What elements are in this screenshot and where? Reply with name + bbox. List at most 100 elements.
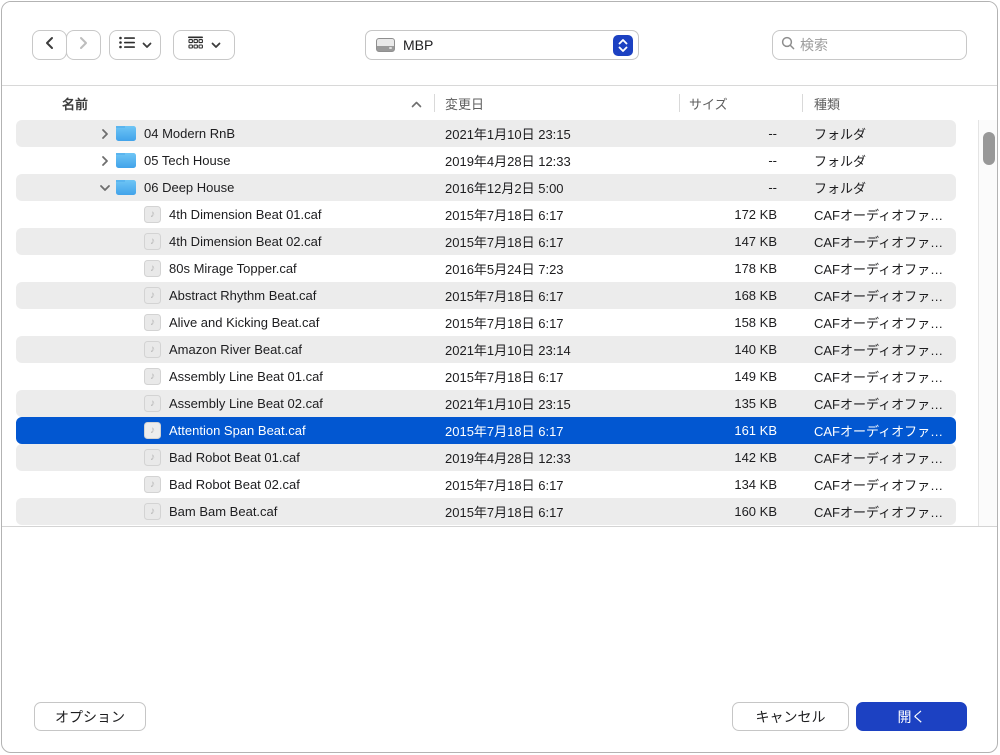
file-kind: CAFオーディオファ…: [802, 259, 956, 278]
name-cell: ♪ Assembly Line Beat 01.caf: [16, 368, 434, 385]
table-row[interactable]: ♪ 4th Dimension Beat 01.caf 2015年7月18日 6…: [16, 201, 956, 228]
file-name: Amazon River Beat.caf: [169, 342, 302, 357]
column-header-size[interactable]: サイズ: [679, 94, 802, 113]
file-size: 178 KB: [679, 261, 802, 276]
table-row[interactable]: ♪ Bad Robot Beat 02.caf 2015年7月18日 6:17 …: [16, 471, 956, 498]
disclosure-chevron-icon[interactable]: [98, 182, 112, 194]
chevron-left-icon: [44, 36, 55, 55]
volume-select[interactable]: MBP: [365, 30, 639, 60]
open-button[interactable]: 開く: [856, 702, 967, 731]
name-cell: ♪ 4th Dimension Beat 01.caf: [16, 206, 434, 223]
file-name: Assembly Line Beat 02.caf: [169, 396, 323, 411]
hard-drive-icon: [376, 38, 395, 52]
table-row[interactable]: ♪ Assembly Line Beat 02.caf 2021年1月10日 2…: [16, 390, 956, 417]
options-button[interactable]: オプション: [34, 702, 146, 731]
name-cell: ♪ Bad Robot Beat 02.caf: [16, 476, 434, 493]
file-size: 147 KB: [679, 234, 802, 249]
name-cell: ♪ Amazon River Beat.caf: [16, 341, 434, 358]
file-kind: CAFオーディオファ…: [802, 313, 956, 332]
table-row[interactable]: ♪ Alive and Kicking Beat.caf 2015年7月18日 …: [16, 309, 956, 336]
name-cell: ♪ 4th Dimension Beat 02.caf: [16, 233, 434, 250]
disclosure-chevron-icon[interactable]: [98, 155, 112, 167]
name-cell: ♪ Assembly Line Beat 02.caf: [16, 395, 434, 412]
table-row[interactable]: ♪ Bad Robot Beat 01.caf 2019年4月28日 12:33…: [16, 444, 956, 471]
audio-file-icon: ♪: [144, 314, 161, 331]
file-name: 80s Mirage Topper.caf: [169, 261, 297, 276]
table-row[interactable]: 05 Tech House 2019年4月28日 12:33 -- フォルダ: [16, 147, 956, 174]
preview-pane: [2, 527, 997, 687]
audio-file-icon: ♪: [144, 233, 161, 250]
file-name: 4th Dimension Beat 02.caf: [169, 234, 321, 249]
table-row[interactable]: ♪ Bam Bam Beat.caf 2015年7月18日 6:17 160 K…: [16, 498, 956, 525]
table-row[interactable]: ♪ Amazon River Beat.caf 2021年1月10日 23:14…: [16, 336, 956, 363]
file-size: 142 KB: [679, 450, 802, 465]
file-size: --: [679, 153, 802, 168]
table-row[interactable]: 04 Modern RnB 2021年1月10日 23:15 -- フォルダ: [16, 120, 956, 147]
chevron-right-icon: [78, 36, 89, 55]
file-kind: CAFオーディオファ…: [802, 340, 956, 359]
file-kind: CAFオーディオファ…: [802, 394, 956, 413]
date-modified: 2016年5月24日 7:23: [434, 259, 679, 278]
file-kind: フォルダ: [802, 124, 956, 143]
table-row[interactable]: ♪ Abstract Rhythm Beat.caf 2015年7月18日 6:…: [16, 282, 956, 309]
audio-file-icon: ♪: [144, 503, 161, 520]
file-size: --: [679, 126, 802, 141]
audio-file-icon: ♪: [144, 287, 161, 304]
column-header-date[interactable]: 変更日: [434, 94, 679, 113]
file-size: 134 KB: [679, 477, 802, 492]
group-by-button[interactable]: [173, 30, 235, 60]
file-name: 04 Modern RnB: [144, 126, 235, 141]
search-input[interactable]: [800, 37, 958, 53]
file-name: 4th Dimension Beat 01.caf: [169, 207, 321, 222]
name-cell: ♪ Alive and Kicking Beat.caf: [16, 314, 434, 331]
column-header-name[interactable]: 名前: [2, 94, 434, 113]
back-button[interactable]: [32, 30, 67, 60]
file-kind: CAFオーディオファ…: [802, 286, 956, 305]
search-field[interactable]: [772, 30, 967, 60]
audio-file-icon: ♪: [144, 368, 161, 385]
scrollbar-thumb[interactable]: [983, 132, 995, 165]
date-modified: 2019年4月28日 12:33: [434, 448, 679, 467]
table-row[interactable]: 06 Deep House 2016年12月2日 5:00 -- フォルダ: [16, 174, 956, 201]
view-mode-button[interactable]: [109, 30, 161, 60]
table-row[interactable]: ♪ 4th Dimension Beat 02.caf 2015年7月18日 6…: [16, 228, 956, 255]
column-header-kind[interactable]: 種類: [802, 94, 997, 113]
file-name: Bad Robot Beat 02.caf: [169, 477, 300, 492]
column-divider: [802, 94, 803, 112]
date-modified: 2015年7月18日 6:17: [434, 475, 679, 494]
disclosure-chevron-icon[interactable]: [98, 128, 112, 140]
file-size: 158 KB: [679, 315, 802, 330]
date-modified: 2016年12月2日 5:00: [434, 178, 679, 197]
audio-file-icon: ♪: [144, 206, 161, 223]
file-name: Bad Robot Beat 01.caf: [169, 450, 300, 465]
cancel-button[interactable]: キャンセル: [732, 702, 849, 731]
audio-file-icon: ♪: [144, 341, 161, 358]
date-modified: 2015年7月18日 6:17: [434, 421, 679, 440]
file-size: 161 KB: [679, 423, 802, 438]
scrollbar-track[interactable]: [978, 120, 998, 526]
date-modified: 2015年7月18日 6:17: [434, 286, 679, 305]
date-modified: 2015年7月18日 6:17: [434, 232, 679, 251]
name-cell: 04 Modern RnB: [16, 126, 434, 141]
table-row[interactable]: ♪ Assembly Line Beat 01.caf 2015年7月18日 6…: [16, 363, 956, 390]
table-row[interactable]: ♪ 80s Mirage Topper.caf 2016年5月24日 7:23 …: [16, 255, 956, 282]
volume-label: MBP: [403, 37, 613, 53]
folder-icon: [116, 153, 136, 168]
table-row[interactable]: ♪ Attention Span Beat.caf 2015年7月18日 6:1…: [16, 417, 956, 444]
folder-icon: [116, 126, 136, 141]
chevron-down-icon: [211, 36, 221, 54]
file-size: 160 KB: [679, 504, 802, 519]
audio-file-icon: ♪: [144, 260, 161, 277]
file-size: 149 KB: [679, 369, 802, 384]
date-modified: 2015年7月18日 6:17: [434, 502, 679, 521]
name-cell: ♪ Attention Span Beat.caf: [16, 422, 434, 439]
name-cell: 05 Tech House: [16, 153, 434, 168]
forward-button[interactable]: [66, 30, 101, 60]
file-size: 135 KB: [679, 396, 802, 411]
list-view-icon: [119, 36, 135, 54]
audio-file-icon: ♪: [144, 449, 161, 466]
name-cell: 06 Deep House: [16, 180, 434, 195]
date-modified: 2015年7月18日 6:17: [434, 313, 679, 332]
toolbar: MBP: [2, 2, 997, 86]
column-divider: [679, 94, 680, 112]
